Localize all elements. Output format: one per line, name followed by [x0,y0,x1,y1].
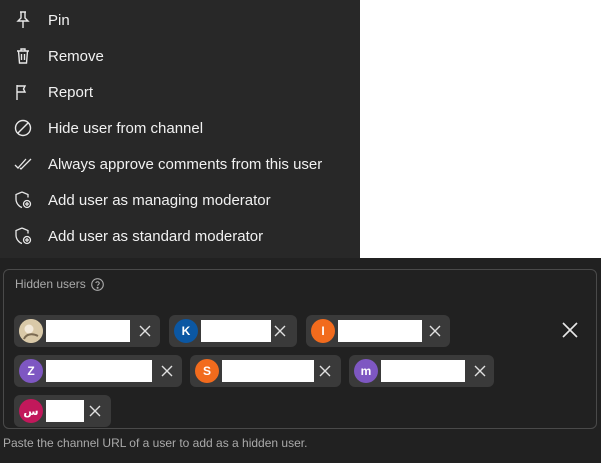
user-name-redacted [46,360,152,382]
menu-item-label: Pin [48,11,70,29]
remove-user-button[interactable] [88,404,102,418]
avatar: س [19,399,43,423]
avatar: m [354,359,378,383]
user-name-redacted [381,360,465,382]
help-icon[interactable] [90,277,104,291]
remove-user-button[interactable] [428,324,442,338]
remove-user-button[interactable] [273,324,287,338]
flag-icon [12,81,34,103]
avatar: Z [19,359,43,383]
menu-item-label: Add user as standard moderator [48,227,264,245]
hidden-users-field[interactable]: Hidden users K I Z S m س [3,269,597,429]
menu-item-label: Report [48,83,94,101]
hidden-user-chip: S [190,355,341,387]
menu-item-pin[interactable]: Pin [0,2,360,38]
remove-user-button[interactable] [160,364,174,378]
pin-icon [12,9,34,31]
comment-actions-menu: Pin Remove Report Hide user from channel [0,0,360,258]
shield-add-icon [12,225,34,247]
remove-user-button[interactable] [473,364,487,378]
menu-item-label: Always approve comments from this user [48,155,323,173]
menu-item-add-standard-moderator[interactable]: Add user as standard moderator [0,218,360,254]
avatar: K [174,319,198,343]
hidden-users-title: Hidden users [15,277,104,291]
double-check-icon [12,153,34,175]
hidden-user-chip: I [306,315,450,347]
menu-item-hide-user[interactable]: Hide user from channel [0,110,360,146]
avatar [19,319,43,343]
remove-user-button[interactable] [318,364,332,378]
menu-item-always-approve[interactable]: Always approve comments from this user [0,146,360,182]
menu-item-label: Remove [48,47,104,65]
user-name-redacted [201,320,271,342]
hidden-users-hint: Paste the channel URL of a user to add a… [3,436,308,450]
user-name-redacted [46,320,130,342]
avatar: S [195,359,219,383]
user-name-redacted [338,320,422,342]
hidden-user-chip [14,315,160,347]
menu-item-label: Add user as managing moderator [48,191,271,209]
hidden-user-chip: K [169,315,297,347]
hidden-user-chip: m [349,355,494,387]
menu-item-add-managing-moderator[interactable]: Add user as managing moderator [0,182,360,218]
user-name-redacted [46,400,84,422]
shield-add-icon [12,189,34,211]
user-name-redacted [222,360,314,382]
clear-all-button[interactable] [560,320,580,340]
avatar: I [311,319,335,343]
remove-user-button[interactable] [138,324,152,338]
hidden-users-panel: Hidden users K I Z S m س Paste the chann… [0,258,601,463]
trash-icon [12,45,34,67]
menu-item-label: Hide user from channel [48,119,204,137]
menu-item-remove[interactable]: Remove [0,38,360,74]
hidden-user-chip: س [14,395,111,427]
hidden-users-label: Hidden users [15,277,86,291]
menu-item-report[interactable]: Report [0,74,360,110]
hidden-user-chip: Z [14,355,182,387]
block-icon [12,117,34,139]
